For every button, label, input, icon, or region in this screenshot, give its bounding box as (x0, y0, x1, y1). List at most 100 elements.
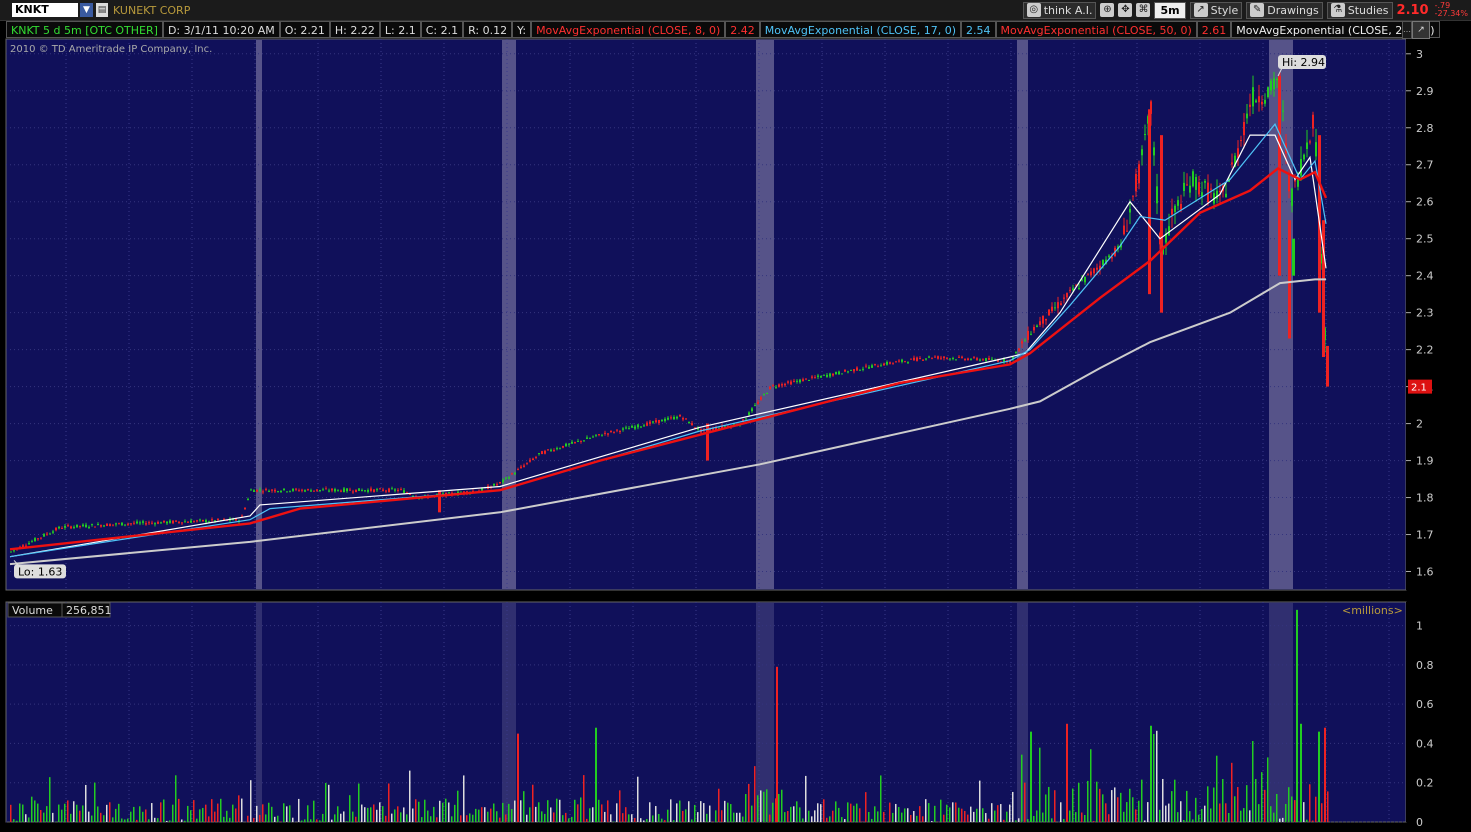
candle-body (832, 373, 834, 376)
volume-bar (776, 666, 778, 822)
candle-body (193, 521, 195, 523)
candle-body (877, 366, 879, 368)
volume-bar (1177, 812, 1179, 822)
volume-bar (262, 804, 264, 822)
volume-bar (817, 803, 819, 822)
volume-bar (1075, 812, 1077, 822)
volume-bar (1273, 812, 1275, 822)
volume-bar (178, 798, 180, 822)
candle-body (202, 519, 204, 522)
candle-body (1258, 96, 1260, 103)
candle-body (931, 357, 933, 359)
volume-bar (1300, 723, 1302, 822)
volume-bar (706, 813, 708, 822)
volume-bar (1294, 800, 1296, 822)
candle-body (379, 488, 381, 490)
volume-bar (136, 819, 138, 822)
candle-body (982, 359, 984, 361)
candle-body (388, 488, 390, 492)
volume-bar (1246, 785, 1248, 822)
volume-bar (1081, 812, 1083, 822)
volume-bar (1318, 731, 1320, 822)
candle-body (547, 449, 549, 451)
candle-body (1288, 174, 1290, 192)
candle-body (970, 359, 972, 361)
volume-bar (829, 816, 831, 822)
volume-bar (985, 813, 987, 822)
volume-bar (1024, 782, 1026, 822)
candle-body (1015, 351, 1017, 353)
volume-bar (241, 798, 243, 822)
candle-body (1027, 331, 1029, 340)
candle-body (1291, 188, 1293, 206)
candle-body (1108, 255, 1110, 258)
volume-bar (649, 802, 651, 822)
volume-bar (1171, 791, 1173, 822)
candle-body (538, 453, 540, 455)
candle-body (1126, 230, 1128, 232)
candle-body (493, 483, 495, 486)
candle-body (178, 521, 180, 523)
candle-body (637, 424, 639, 428)
volume-bar (484, 807, 486, 822)
candle-body (322, 489, 324, 491)
candle-body (367, 489, 369, 492)
candle-body (574, 441, 576, 443)
candle-body (100, 525, 102, 527)
volume-bar (1279, 818, 1281, 822)
volume-bar (334, 814, 336, 822)
candle-body (73, 526, 75, 528)
candle-body (541, 451, 543, 455)
candle-body (394, 489, 396, 491)
candle-body (799, 379, 801, 383)
volume-bar (43, 812, 45, 822)
volume-bar (916, 815, 918, 822)
candle-body (883, 363, 885, 366)
volume-bar (58, 804, 60, 822)
volume-bar (1018, 818, 1020, 822)
candle-body (1030, 333, 1032, 335)
candle-body (292, 488, 294, 491)
price-chart: 1.6 1.7 1.8 1.9 2 2.1 2.2 2.3 2.4 2.5 2.6 2.7 2.8 2.9… (5, 38, 1466, 829)
candle-body (499, 482, 501, 484)
volume-bar (670, 799, 672, 822)
volume-bar (934, 805, 936, 822)
volume-bar (889, 802, 891, 822)
volume-bar (979, 780, 981, 822)
candle-body (304, 490, 306, 492)
volume-bar (946, 804, 948, 822)
volume-bar (223, 816, 225, 822)
volume-bar (142, 811, 144, 822)
volume-bar (658, 813, 660, 822)
volume-bar (307, 805, 309, 822)
candle-body (568, 443, 570, 445)
volume-bar (229, 817, 231, 822)
volume-bar (835, 801, 837, 822)
candle-body (376, 489, 378, 491)
volume-bar (550, 807, 552, 822)
candle-body (142, 521, 144, 523)
volume-bar (802, 818, 804, 822)
candle-body (1066, 293, 1068, 298)
candle-body (1048, 309, 1050, 316)
candle-body (772, 385, 774, 387)
candle-body (571, 441, 573, 444)
volume-bar (739, 812, 741, 822)
volume-bar (313, 800, 315, 822)
candle-body (652, 421, 654, 423)
volume-bar (1027, 819, 1029, 822)
candle-body (577, 440, 579, 442)
volume-bar (424, 799, 426, 822)
volume-bar (562, 815, 564, 822)
volume-bar (277, 815, 279, 822)
volume-bar (1111, 790, 1113, 822)
candle-body (655, 420, 657, 423)
candle-body (175, 520, 177, 522)
candle-body (400, 488, 402, 490)
volume-bar (523, 791, 525, 822)
volume-axis-area (1406, 602, 1466, 822)
volume-bar (1219, 803, 1221, 822)
volume-bar (1276, 793, 1278, 822)
volume-bar (697, 812, 699, 822)
price-panel (5, 38, 1407, 591)
